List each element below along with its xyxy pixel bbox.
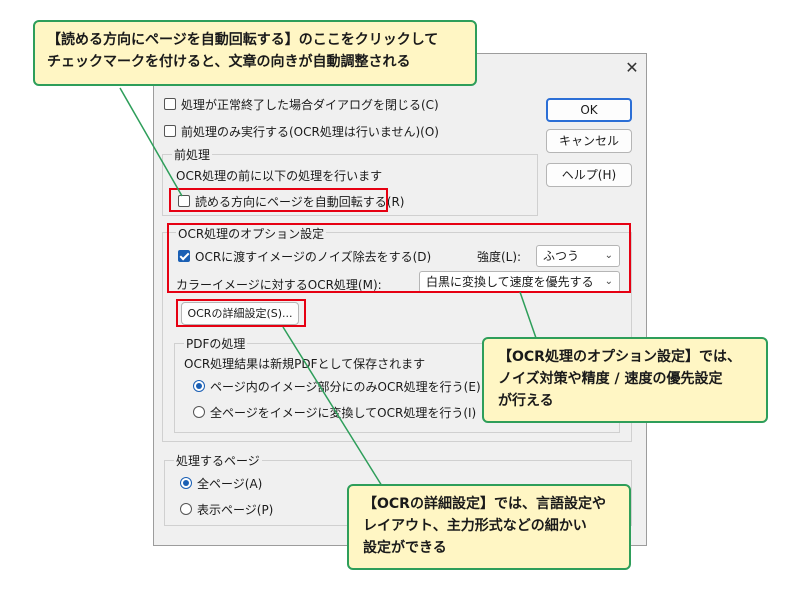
leader-line-top (119, 87, 183, 197)
callout-text: チェックマークを付けると、文章の向きが自動調整される (47, 54, 411, 70)
leader-line-mid (519, 291, 537, 339)
callout-text: が行える (498, 393, 554, 409)
callout-text: 【OCRの詳細設定】では、言語設定や (363, 496, 606, 512)
callout-text: ノイズ対策や精度 / 速度の優先設定 (498, 371, 723, 387)
callout-text: 【読める方向にページを自動回転する】のここをクリックして (47, 32, 439, 48)
callout-ocr-detail: 【OCRの詳細設定】では、言語設定や レイアウト、主力形式などの細かい 設定がで… (347, 484, 631, 570)
callout-auto-rotate: 【読める方向にページを自動回転する】のここをクリックして チェックマークを付ける… (33, 20, 477, 86)
leader-line-bottom (282, 326, 383, 487)
callout-text: 【OCR処理のオプション設定】では、 (498, 349, 741, 365)
callout-text: 設定ができる (363, 540, 447, 556)
callout-ocr-options: 【OCR処理のオプション設定】では、 ノイズ対策や精度 / 速度の優先設定 が行… (482, 337, 768, 423)
callout-text: レイアウト、主力形式などの細かい (363, 518, 587, 534)
